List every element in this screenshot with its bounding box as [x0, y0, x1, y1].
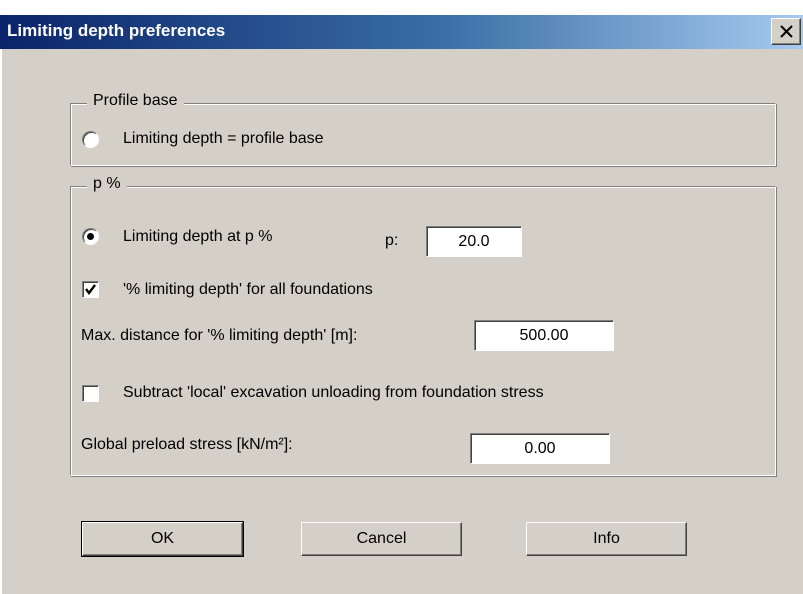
checkmark-icon — [85, 284, 96, 295]
window-left-edge — [0, 49, 2, 594]
p-value-input[interactable]: 20.0 — [426, 226, 522, 257]
all-foundations-checkbox[interactable] — [82, 281, 99, 298]
max-distance-label: Max. distance for '% limiting depth' [m]… — [81, 327, 358, 344]
close-icon — [780, 25, 793, 38]
p-value-label: p: — [385, 232, 399, 249]
p-percent-legend: p % — [87, 175, 127, 193]
desktop-strip — [0, 0, 803, 15]
profile-base-radio-label[interactable]: Limiting depth = profile base — [123, 130, 324, 148]
radio-selected-dot — [87, 233, 94, 240]
cancel-button[interactable]: Cancel — [301, 522, 462, 556]
close-button[interactable] — [771, 18, 801, 45]
max-distance-input[interactable]: 500.00 — [474, 320, 614, 351]
window-title: Limiting depth preferences — [7, 21, 226, 40]
subtract-unloading-checkbox[interactable] — [82, 385, 99, 402]
preload-stress-input[interactable]: 0.00 — [470, 433, 610, 464]
subtract-unloading-label[interactable]: Subtract 'local' excavation unloading fr… — [123, 384, 544, 402]
all-foundations-label[interactable]: '% limiting depth' for all foundations — [123, 281, 373, 299]
preload-stress-label: Global preload stress [kN/m²]: — [81, 436, 293, 453]
p-percent-radio[interactable] — [82, 228, 99, 245]
title-bar[interactable]: Limiting depth preferences — [0, 15, 803, 49]
profile-base-legend: Profile base — [87, 92, 184, 110]
p-percent-radio-label[interactable]: Limiting depth at p % — [123, 228, 272, 246]
ok-button[interactable]: OK — [81, 521, 244, 557]
profile-base-radio[interactable] — [82, 131, 99, 148]
info-button[interactable]: Info — [526, 522, 687, 556]
